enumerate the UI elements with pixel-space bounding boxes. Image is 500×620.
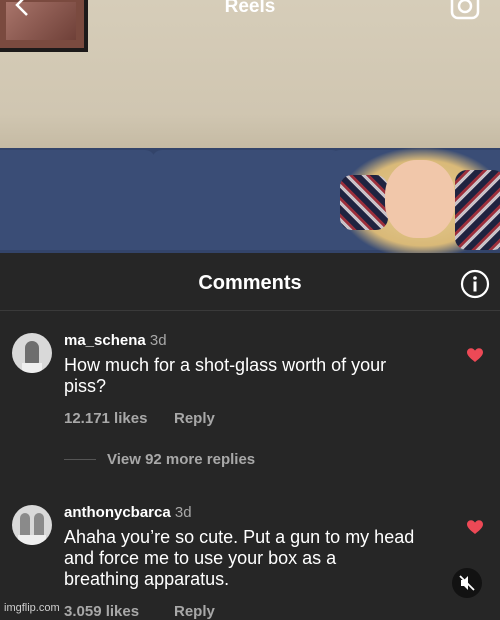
reply-button[interactable]: Reply	[174, 410, 215, 427]
watermark: imgflip.com	[4, 602, 60, 614]
likes-count[interactable]: 3.059 likes	[64, 603, 139, 620]
view-replies-button[interactable]: View 92 more replies	[107, 451, 255, 468]
comment-text-line: and force me to use your box as a	[64, 548, 337, 568]
comment-username[interactable]: anthonycbarca 3d	[64, 504, 192, 521]
username-text[interactable]: ma_schena	[64, 332, 146, 349]
comment-text-line: breathing apparatus.	[64, 569, 230, 589]
comment-text-line: Ahaha you’re so cute. Put a gun to my he…	[64, 527, 415, 547]
camera-button[interactable]	[450, 0, 480, 20]
speaker-muted-icon	[459, 575, 475, 591]
person-sweater	[455, 170, 500, 250]
comment-text-line: piss?	[64, 376, 107, 396]
mute-button[interactable]	[452, 568, 482, 598]
divider	[0, 310, 500, 311]
info-button[interactable]	[460, 269, 490, 299]
heart-icon	[467, 520, 483, 534]
like-button[interactable]	[467, 520, 483, 535]
comment-text: Ahaha you’re so cute. Put a gun to my he…	[64, 527, 414, 590]
couch-cushion	[152, 150, 342, 250]
username-text[interactable]: anthonycbarca	[64, 504, 171, 521]
comments-sheet: Comments ma_schena 3d How much for a sho…	[0, 253, 500, 620]
info-icon	[460, 269, 490, 299]
reel-video[interactable]: Reels	[0, 0, 500, 253]
comment-time: 3d	[149, 332, 167, 349]
comment-text-line: How much for a shot-glass worth of your	[64, 355, 387, 375]
person-sweater	[340, 175, 388, 230]
couch-cushion	[0, 150, 155, 250]
comments-title: Comments	[198, 272, 302, 294]
camera-icon	[450, 0, 480, 20]
comment-time: 3d	[174, 504, 192, 521]
comment-text: How much for a shot-glass worth of your …	[64, 355, 386, 397]
page-title: Reels	[224, 0, 276, 17]
comment-username[interactable]: ma_schena 3d	[64, 332, 167, 349]
reply-button[interactable]: Reply	[174, 603, 215, 620]
heart-icon	[467, 348, 483, 362]
likes-count[interactable]: 12.171 likes	[64, 410, 147, 427]
avatar[interactable]	[12, 333, 52, 373]
like-button[interactable]	[467, 348, 483, 363]
avatar[interactable]	[12, 505, 52, 545]
replies-divider	[64, 459, 96, 460]
person-face	[385, 160, 455, 238]
